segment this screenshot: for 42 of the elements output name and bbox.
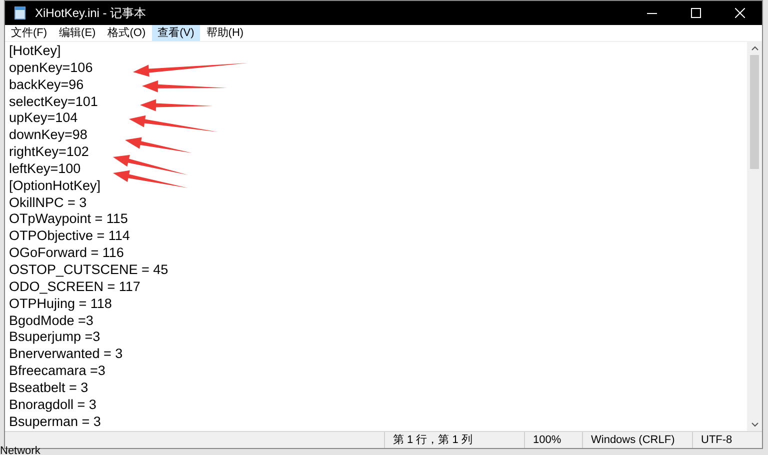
text-line: leftKey=100 xyxy=(9,160,81,178)
text-line: Bsuperman = 3 xyxy=(9,414,101,430)
text-line: ODO_SCREEN = 117 xyxy=(9,278,140,296)
status-field: 100% xyxy=(524,432,582,448)
text-line: OGoForward = 116 xyxy=(9,245,124,262)
text-line: backKey=96 xyxy=(9,76,84,94)
text-line: Bsuperjump =3 xyxy=(9,329,100,346)
text-line: openKey=106 xyxy=(9,60,93,77)
text-line: Bnoragdoll = 3 xyxy=(9,396,96,414)
scrollbar-thumb[interactable] xyxy=(750,55,759,169)
window-title: XiHotKey.ini - 记事本 xyxy=(35,5,146,22)
text-line: BgodMode =3 xyxy=(9,312,94,330)
text-line: upKey=104 xyxy=(9,110,78,128)
notepad-icon xyxy=(13,6,27,20)
text-line: OTPObjective = 114 xyxy=(9,228,130,246)
status-field: 第 1 行，第 1 列 xyxy=(384,432,524,448)
text-line: Bseatbelt = 3 xyxy=(9,380,88,397)
text-line: [OptionHotKey] xyxy=(9,178,101,195)
text-line: selectKey=101 xyxy=(9,94,98,110)
text-line: Bnerverwanted = 3 xyxy=(9,346,123,364)
text-line: OSTOP_CUTSCENE = 45 xyxy=(9,262,168,279)
text-line: Bfreecamara =3 xyxy=(9,363,106,380)
scroll-up-icon[interactable] xyxy=(750,46,758,51)
text-line: downKey=98 xyxy=(9,127,88,144)
status-field: Windows (CRLF) xyxy=(582,432,692,448)
text-line: OTpWaypoint = 115 xyxy=(9,211,128,228)
close-icon xyxy=(735,8,745,18)
menu-item[interactable]: 文件(F) xyxy=(5,25,54,41)
status-field: UTF-8 xyxy=(692,432,762,448)
menu-item[interactable]: 格式(O) xyxy=(102,25,152,41)
text-line: rightKey=102 xyxy=(9,144,89,161)
text-line: OkillNPC = 3 xyxy=(9,194,87,212)
text-line: OTPHujing = 118 xyxy=(9,296,112,312)
desktop-label: Network xyxy=(0,446,40,455)
menu-item[interactable]: 帮助(H) xyxy=(200,25,250,41)
maximize-icon xyxy=(691,8,701,18)
text-line: [HotKey] xyxy=(9,43,61,60)
scroll-down-icon[interactable] xyxy=(750,422,758,427)
menu-item[interactable]: 编辑(E) xyxy=(53,25,102,41)
menu-item[interactable]: 查看(V) xyxy=(152,25,200,41)
scrollbar[interactable] xyxy=(747,42,762,431)
arrow xyxy=(125,137,192,153)
